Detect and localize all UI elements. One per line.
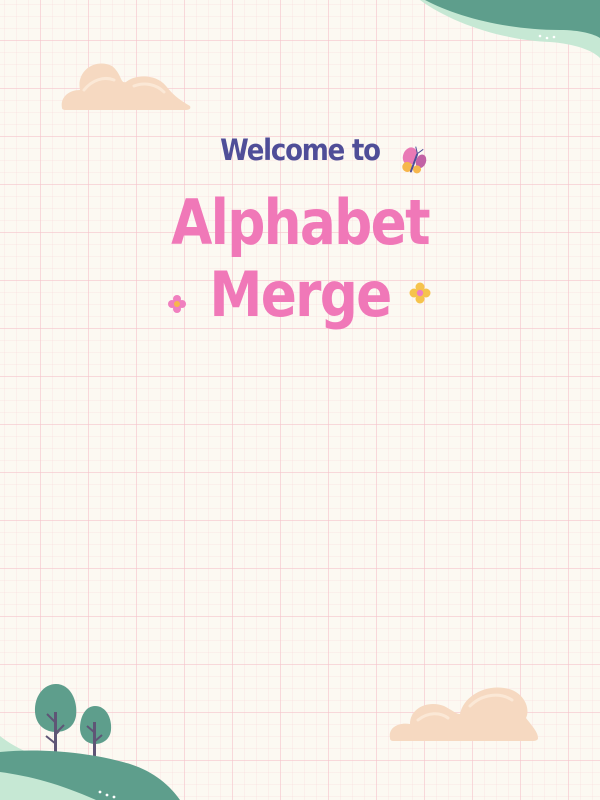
welcome-text: Welcome to [220, 134, 381, 168]
cloud-icon [61, 63, 191, 110]
hill-icon [420, 0, 600, 58]
tree-icon [80, 706, 112, 756]
game-title-line-2: Merge [209, 258, 392, 331]
hill-icon [0, 736, 180, 800]
cloud-icon [389, 687, 538, 741]
tree-icon [34, 684, 77, 754]
background-scene [0, 0, 600, 800]
game-title-line-1: Alphabet [171, 186, 430, 259]
